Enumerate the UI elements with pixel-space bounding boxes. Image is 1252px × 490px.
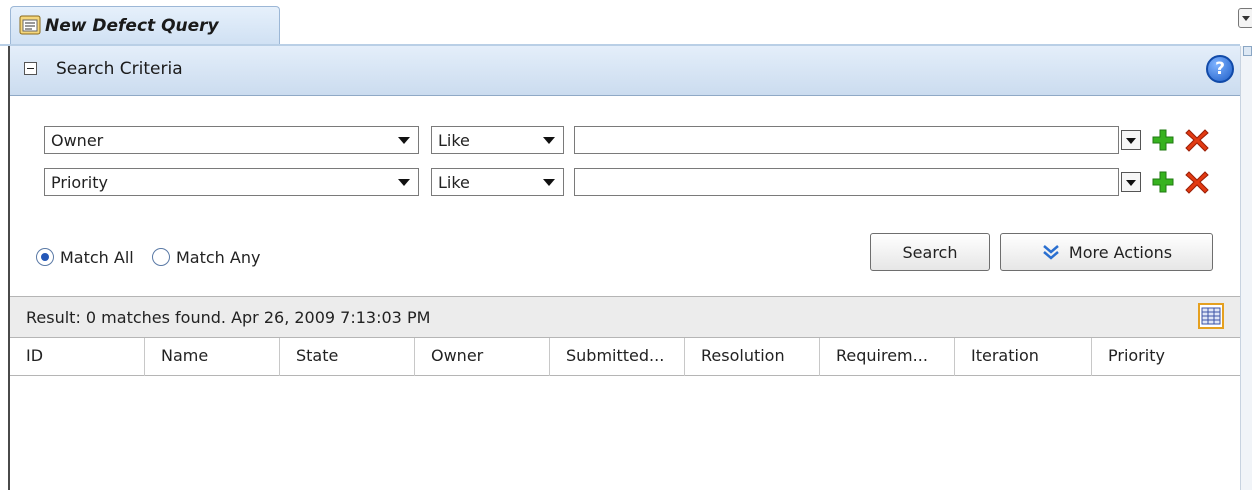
match-all-radio[interactable]: Match All	[36, 246, 134, 268]
tab-title: New Defect Query	[45, 16, 219, 36]
scroll-handle[interactable]	[1243, 46, 1252, 56]
operator-select-value: Like	[438, 131, 470, 150]
criteria-row: Priority Like	[44, 168, 1234, 198]
criteria-row: Owner Like	[44, 126, 1234, 156]
query-window-icon	[19, 15, 41, 35]
match-any-radio[interactable]: Match Any	[152, 246, 260, 268]
field-select-value: Priority	[51, 173, 108, 192]
operator-select-value: Like	[438, 173, 470, 192]
remove-icon[interactable]	[1184, 169, 1210, 195]
field-select-value: Owner	[51, 131, 104, 150]
column-header-requirement[interactable]: Requirem...	[820, 338, 955, 376]
column-header-submitted[interactable]: Submitted...	[550, 338, 685, 376]
add-icon[interactable]	[1150, 169, 1176, 195]
result-status-text: Result: 0 matches found. Apr 26, 2009 7:…	[26, 308, 431, 327]
search-button[interactable]: Search	[870, 233, 990, 271]
tab-menu-button[interactable]	[1238, 8, 1252, 28]
column-header-name[interactable]: Name	[145, 338, 280, 376]
column-header-iteration[interactable]: Iteration	[955, 338, 1092, 376]
column-header-id[interactable]: ID	[10, 338, 145, 376]
results-table-body	[10, 376, 1240, 490]
results-table-header: ID Name State Owner Submitted... Resolut…	[10, 338, 1240, 376]
side-scroll-strip[interactable]	[1240, 46, 1252, 490]
radio-checked-icon[interactable]	[36, 248, 54, 266]
field-select[interactable]: Owner	[44, 126, 419, 154]
table-view-icon[interactable]	[1198, 303, 1224, 329]
field-select[interactable]: Priority	[44, 168, 419, 196]
value-input[interactable]	[574, 168, 1119, 196]
search-criteria-title: Search Criteria	[56, 59, 183, 79]
chevron-down-icon	[543, 137, 555, 144]
more-actions-label: More Actions	[1068, 242, 1173, 262]
search-criteria-panel: Owner Like Priority Like Match All Match…	[10, 96, 1240, 296]
operator-select[interactable]: Like	[431, 126, 564, 154]
operator-select[interactable]: Like	[431, 168, 564, 196]
result-status-bar: Result: 0 matches found. Apr 26, 2009 7:…	[10, 296, 1240, 338]
tab-bar: New Defect Query	[0, 0, 1252, 46]
collapse-icon[interactable]	[24, 62, 37, 75]
match-any-label: Match Any	[176, 247, 261, 267]
more-actions-button[interactable]: More Actions	[1000, 233, 1213, 271]
chevron-down-icon	[543, 179, 555, 186]
column-header-state[interactable]: State	[280, 338, 415, 376]
radio-unchecked-icon[interactable]	[152, 248, 170, 266]
search-button-label: Search	[902, 242, 958, 262]
remove-icon[interactable]	[1184, 127, 1210, 153]
column-header-owner[interactable]: Owner	[415, 338, 550, 376]
column-header-resolution[interactable]: Resolution	[685, 338, 820, 376]
value-input[interactable]	[574, 126, 1119, 154]
value-dropdown-button[interactable]	[1121, 172, 1141, 192]
match-all-label: Match All	[60, 247, 134, 267]
tab-new-defect-query[interactable]: New Defect Query	[10, 6, 280, 46]
search-criteria-header: Search Criteria ?	[10, 46, 1240, 96]
add-icon[interactable]	[1150, 127, 1176, 153]
chevron-down-icon	[398, 137, 410, 144]
column-header-priority[interactable]: Priority	[1092, 338, 1240, 376]
help-icon[interactable]: ?	[1206, 55, 1234, 83]
value-dropdown-button[interactable]	[1121, 130, 1141, 150]
double-chevron-down-icon	[1043, 245, 1059, 260]
chevron-down-icon	[398, 179, 410, 186]
